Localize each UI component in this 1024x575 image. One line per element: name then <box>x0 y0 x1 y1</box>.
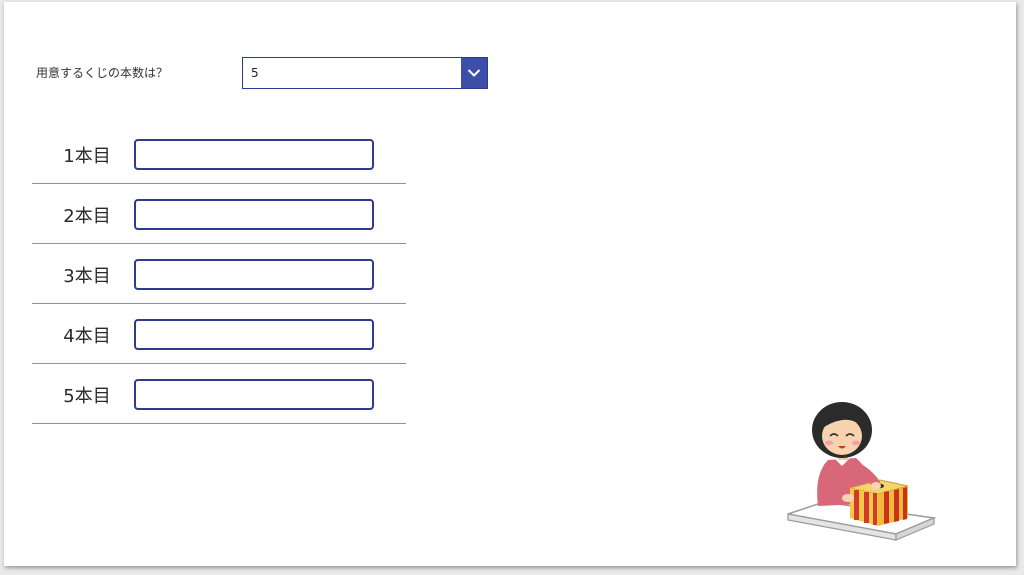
lottery-row: 5本目 <box>32 364 406 424</box>
lottery-row: 4本目 <box>32 304 406 364</box>
lottery-row: 3本目 <box>32 244 406 304</box>
lottery-row-label: 3本目 <box>63 266 111 287</box>
lottery-item-input[interactable] <box>134 259 374 290</box>
lottery-row: 2本目 <box>32 184 406 244</box>
lottery-row-label: 1本目 <box>63 146 111 167</box>
girl-drawing-lottery-box-icon <box>787 402 937 541</box>
lottery-item-input[interactable] <box>134 319 374 350</box>
lottery-row-label: 2本目 <box>63 206 111 227</box>
app-canvas: 用意するくじの本数は？ 5 1本目 2本目 3本目 4本目 5本目 <box>4 2 1016 566</box>
lottery-row-label: 4本目 <box>63 326 111 347</box>
lottery-row: 1本目 <box>32 124 406 184</box>
lottery-count-dropdown[interactable]: 5 <box>242 57 488 89</box>
lottery-row-label: 5本目 <box>63 386 111 407</box>
lottery-item-input[interactable] <box>134 379 374 410</box>
dropdown-selected-value: 5 <box>251 66 259 80</box>
chevron-down-icon <box>467 69 481 77</box>
dropdown-toggle-button[interactable] <box>461 58 487 88</box>
lottery-item-input[interactable] <box>134 139 374 170</box>
lottery-count-question-label: 用意するくじの本数は？ <box>36 66 169 80</box>
lottery-item-input[interactable] <box>134 199 374 230</box>
